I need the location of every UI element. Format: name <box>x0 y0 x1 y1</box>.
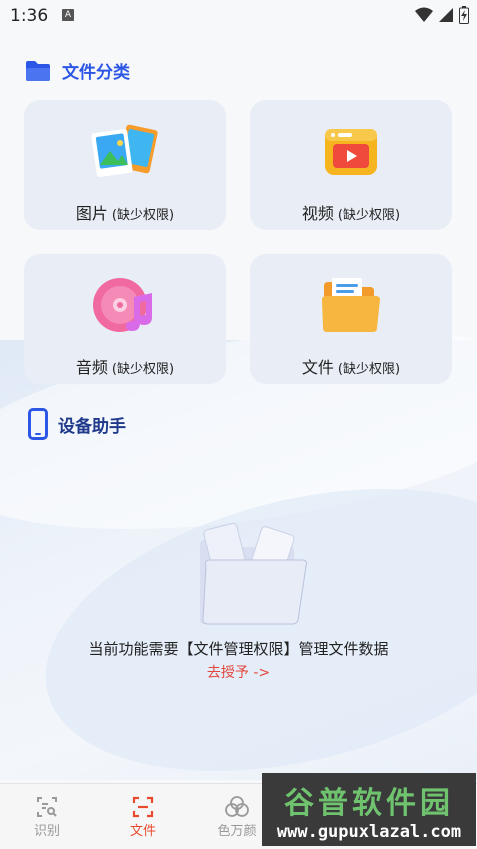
grant-permission-link[interactable]: 去授予 -> <box>0 662 477 682</box>
notification-icon: A <box>62 9 74 21</box>
card-note: (缺少权限) <box>111 362 175 377</box>
signal-icon <box>439 8 453 22</box>
file-section-header: 文件分类 <box>24 58 130 83</box>
card-title: 音频 <box>75 358 108 377</box>
category-card-audio[interactable]: 音频 (缺少权限) <box>24 254 226 384</box>
card-label: 音频 (缺少权限) <box>76 354 174 378</box>
device-section-title: 设备助手 <box>58 416 126 437</box>
category-card-files[interactable]: 文件 (缺少权限) <box>250 254 452 384</box>
nav-item-recognize[interactable]: 识别 <box>12 794 82 839</box>
card-label: 文件 (缺少权限) <box>302 354 400 378</box>
wifi-icon <box>415 7 433 22</box>
card-note: (缺少权限) <box>337 208 401 223</box>
card-label: 视频 (缺少权限) <box>302 200 400 224</box>
nav-label: 文件 <box>129 824 156 839</box>
watermark-url: www.gupuxlazal.com <box>276 821 462 842</box>
scan-frame-icon <box>108 794 178 820</box>
music-disc-icon <box>90 276 160 336</box>
battery-icon <box>459 6 469 24</box>
empty-state-message: 当前功能需要【文件管理权限】管理文件数据 <box>88 640 389 658</box>
card-label: 图片 (缺少权限) <box>76 200 174 224</box>
watermark-title: 谷普软件园 <box>284 785 454 821</box>
card-note: (缺少权限) <box>337 362 401 377</box>
card-title: 文件 <box>301 358 334 377</box>
nav-item-files[interactable]: 文件 <box>108 794 178 839</box>
folder-icon <box>26 60 50 81</box>
phone-icon <box>28 408 48 440</box>
category-card-videos[interactable]: 视频 (缺少权限) <box>250 100 452 230</box>
card-note: (缺少权限) <box>111 208 175 223</box>
empty-folder-illustration <box>200 522 307 625</box>
video-player-icon <box>321 122 381 182</box>
status-time: 1:36 <box>10 6 49 26</box>
card-title: 图片 <box>75 204 108 223</box>
watermark-logo: 谷普软件园 www.gupuxlazal.com <box>262 773 476 846</box>
image-gallery-icon <box>90 122 160 182</box>
category-card-images[interactable]: 图片 (缺少权限) <box>24 100 226 230</box>
card-title: 视频 <box>301 204 334 223</box>
status-bar: 1:36 A <box>0 0 477 32</box>
scan-text-icon <box>12 794 82 820</box>
nav-label: 识别 <box>33 824 60 839</box>
status-icons <box>415 6 469 24</box>
device-section-header: 设备助手 <box>28 408 126 440</box>
file-section-title: 文件分类 <box>62 63 130 83</box>
document-folder-icon <box>320 276 382 336</box>
